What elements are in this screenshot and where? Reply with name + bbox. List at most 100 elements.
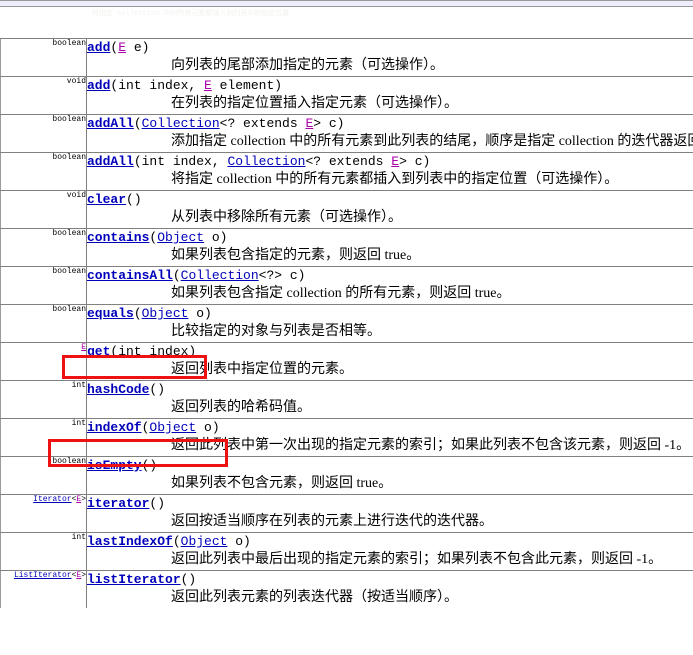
method-name-link[interactable]: addAll <box>87 154 134 169</box>
method-name-link[interactable]: listIterator <box>87 572 181 587</box>
return-type-text: boolean <box>52 229 86 239</box>
param-type-link[interactable]: Collection <box>142 116 220 131</box>
method-row: int lastIndexOf(Object o) 返回此列表中最后出现的指定元素的… <box>0 532 693 571</box>
return-type-text: void <box>66 77 86 87</box>
method-name-link[interactable]: add <box>87 40 110 55</box>
method-detail-cell: containsAll(Collection<?> c) 如果列表包含指定 col… <box>86 266 693 305</box>
method-detail-cell: hashCode() 返回列表的哈希码值。 <box>86 380 693 419</box>
method-signature: add(int index, E element) <box>87 78 283 93</box>
summary-header-bar <box>0 0 693 7</box>
method-description: 向列表的尾部添加指定的元素（可选操作）。 <box>171 58 444 73</box>
method-row: boolean isEmpty() 如果列表不包含元素，则返回 true。 <box>0 456 693 495</box>
return-type-cell: boolean <box>0 304 87 343</box>
method-detail-cell: addAll(int index, Collection<? extends E… <box>86 152 693 191</box>
method-detail-cell: get(int index) 返回列表中指定位置的元素。 <box>86 342 693 381</box>
method-row: void clear() 从列表中移除所有元素（可选操作）。 <box>0 190 693 229</box>
return-type-cell: boolean <box>0 114 87 153</box>
method-signature: isEmpty() <box>87 458 158 473</box>
method-description: 如果列表不包含元素，则返回 true。 <box>171 476 393 491</box>
method-detail-cell: lastIndexOf(Object o) 返回此列表中最后出现的指定元素的索引；… <box>86 532 693 571</box>
generic-type-param[interactable]: E <box>81 344 85 353</box>
return-type-text: void <box>66 191 86 201</box>
param-type-link[interactable]: Object <box>142 306 189 321</box>
method-description: 如果列表包含指定 collection 的所有元素，则返回 true。 <box>171 286 511 301</box>
generic-type-param[interactable]: E <box>204 78 212 93</box>
method-description: 返回列表中指定位置的元素。 <box>171 362 353 377</box>
method-row: int indexOf(Object o) 返回此列表中第一次出现的指定元素的索引；… <box>0 418 693 457</box>
return-type-cell: int <box>0 532 87 571</box>
method-detail-cell: add(int index, E element) 在列表的指定位置插入指定元素（… <box>86 76 693 115</box>
param-type-link[interactable]: Collection <box>227 154 305 169</box>
method-signature: equals(Object o) <box>87 306 212 321</box>
method-name-link[interactable]: isEmpty <box>87 458 142 473</box>
method-detail-cell: isEmpty() 如果列表不包含元素，则返回 true。 <box>86 456 693 495</box>
return-type-cell: boolean <box>0 152 87 191</box>
method-signature: clear() <box>87 192 142 207</box>
param-type-link[interactable]: Object <box>157 230 204 245</box>
return-type-link[interactable]: ListIterator <box>14 571 72 580</box>
method-row: boolean contains(Object o) 如果列表包含指定的元素，则返回… <box>0 228 693 267</box>
param-type-link[interactable]: Object <box>149 420 196 435</box>
method-summary-body: boolean add(E e) 向列表的尾部添加指定的元素（可选操作）。 void a… <box>0 38 693 608</box>
return-type-text: boolean <box>52 267 86 277</box>
method-signature: listIterator() <box>87 572 197 587</box>
return-type-cell: Iterator<E> <box>0 494 87 533</box>
method-summary-table: boolean add(E e) 向列表的尾部添加指定的元素（可选操作）。 void a… <box>0 38 693 608</box>
return-type-cell: ListIterator<E> <box>0 570 87 608</box>
method-signature: add(E e) <box>87 40 150 55</box>
method-row: boolean equals(Object o) 比较指定的对象与列表是否相等。 <box>0 304 693 343</box>
method-detail-cell: equals(Object o) 比较指定的对象与列表是否相等。 <box>86 304 693 343</box>
clipped-previous-row-text: 将指定 collection 中的所有元素都插入到列表中的指定位置 <box>92 10 290 18</box>
method-signature: contains(Object o) <box>87 230 228 245</box>
method-name-link[interactable]: addAll <box>87 116 134 131</box>
method-description: 返回按适当顺序在列表的元素上进行迭代的迭代器。 <box>171 514 493 529</box>
method-description: 在列表的指定位置插入指定元素（可选操作）。 <box>171 96 458 111</box>
return-type-text: int <box>71 419 86 429</box>
method-name-link[interactable]: iterator <box>87 496 149 511</box>
method-signature: containsAll(Collection<?> c) <box>87 268 306 283</box>
param-type-link[interactable]: Collection <box>181 268 259 283</box>
param-type-link[interactable]: Object <box>181 534 228 549</box>
method-name-link[interactable]: hashCode <box>87 382 149 397</box>
return-type-text: boolean <box>52 305 86 315</box>
return-type-text: int <box>71 533 86 543</box>
method-name-link[interactable]: clear <box>87 192 126 207</box>
method-signature: lastIndexOf(Object o) <box>87 534 251 549</box>
method-row: boolean addAll(int index, Collection<? ex… <box>0 152 693 191</box>
return-type-cell: boolean <box>0 266 87 305</box>
return-type-link[interactable]: Iterator <box>33 496 71 505</box>
method-signature: addAll(int index, Collection<? extends E… <box>87 154 431 169</box>
return-type-cell: void <box>0 76 87 115</box>
method-detail-cell: listIterator() 返回此列表元素的列表迭代器（按适当顺序）。 <box>86 570 693 608</box>
method-description: 比较指定的对象与列表是否相等。 <box>171 324 381 339</box>
method-signature: indexOf(Object o) <box>87 420 220 435</box>
method-detail-cell: contains(Object o) 如果列表包含指定的元素，则返回 true。 <box>86 228 693 267</box>
return-type-cell: int <box>0 380 87 419</box>
method-signature: get(int index) <box>87 344 197 359</box>
return-type-text: boolean <box>52 153 86 163</box>
method-name-link[interactable]: lastIndexOf <box>87 534 173 549</box>
method-name-link[interactable]: add <box>87 78 110 93</box>
return-type-text: int <box>71 381 86 391</box>
generic-type-param[interactable]: E <box>118 40 126 55</box>
method-name-link[interactable]: equals <box>87 306 134 321</box>
return-type-cell: boolean <box>0 456 87 495</box>
method-row: Eget(int index) 返回列表中指定位置的元素。 <box>0 342 693 381</box>
return-type-text: boolean <box>52 39 86 49</box>
return-type-cell: int <box>0 418 87 457</box>
method-signature: addAll(Collection<? extends E> c) <box>87 116 345 131</box>
method-name-link[interactable]: containsAll <box>87 268 173 283</box>
method-detail-cell: indexOf(Object o) 返回此列表中第一次出现的指定元素的索引；如果此… <box>86 418 693 457</box>
method-row: boolean addAll(Collection<? extends E> c)… <box>0 114 693 153</box>
method-name-link[interactable]: get <box>87 344 110 359</box>
method-description: 如果列表包含指定的元素，则返回 true。 <box>171 248 421 263</box>
method-detail-cell: iterator() 返回按适当顺序在列表的元素上进行迭代的迭代器。 <box>86 494 693 533</box>
method-row: ListIterator<E> listIterator() 返回此列表元素的列表迭… <box>0 570 693 608</box>
method-name-link[interactable]: contains <box>87 230 149 245</box>
method-description: 返回此列表中最后出现的指定元素的索引；如果列表不包含此元素，则返回 -1。 <box>171 552 663 567</box>
generic-type-param[interactable]: E <box>391 154 399 169</box>
method-signature: hashCode() <box>87 382 166 397</box>
method-name-link[interactable]: indexOf <box>87 420 142 435</box>
method-row: Iterator<E> iterator() 返回按适当顺序在列表的元素上进行迭代的… <box>0 494 693 533</box>
method-detail-cell: clear() 从列表中移除所有元素（可选操作）。 <box>86 190 693 229</box>
